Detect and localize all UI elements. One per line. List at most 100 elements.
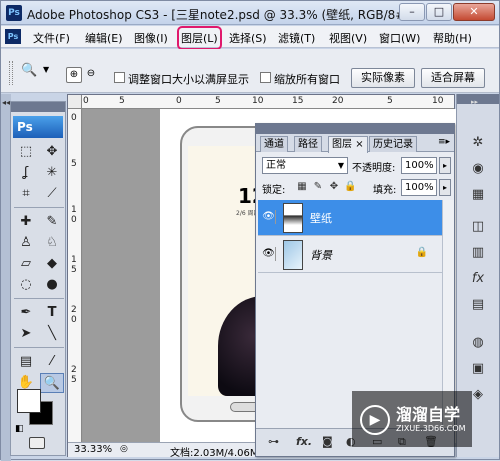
histogram-icon[interactable]: ▥ xyxy=(467,242,489,264)
vertical-ruler[interactable]: 0 5 1 0 1 5 2 0 2 5 xyxy=(68,109,82,443)
blur-tool-icon[interactable]: ◌ xyxy=(14,275,38,295)
layer-row-wallpaper[interactable]: 👁 壁纸 xyxy=(258,200,442,236)
tab-history[interactable]: 历史记录 xyxy=(369,136,417,152)
eye-icon[interactable]: 👁 xyxy=(262,247,276,261)
ruler-origin[interactable] xyxy=(68,95,82,109)
swatches-icon[interactable]: ▦ xyxy=(467,184,489,206)
line-tool-icon[interactable]: ╲ xyxy=(40,324,64,344)
navigator-icon[interactable]: ✲ xyxy=(467,132,489,154)
paint-bucket-tool-icon[interactable]: ◆ xyxy=(40,254,64,274)
lasso-tool-icon[interactable]: ʆ xyxy=(14,163,38,183)
dock-header[interactable]: ▸▸ xyxy=(457,94,499,106)
default-colors-icon[interactable]: ◧ xyxy=(15,424,24,434)
chevron-down-icon: ▼ xyxy=(337,161,344,170)
watermark: ▶ 溜溜自学 ZIXUE.3D66.COM xyxy=(352,391,472,447)
maximize-button[interactable]: □ xyxy=(426,3,452,21)
eyedropper-tool-icon[interactable]: ⁄ xyxy=(40,352,64,372)
tools-panel-header[interactable] xyxy=(11,102,65,112)
blend-mode-select[interactable]: 正常 ▼ xyxy=(262,157,348,174)
color-panel-icon[interactable]: ◉ xyxy=(467,158,489,180)
quick-mask-icon[interactable] xyxy=(29,437,45,449)
opacity-slider-arrow[interactable]: ▸ xyxy=(439,157,451,174)
status-icon[interactable]: ◎ xyxy=(120,444,128,454)
type-tool-icon[interactable]: T xyxy=(40,303,64,323)
menu-filter[interactable]: 滤镜(T) xyxy=(278,30,315,46)
eraser-tool-icon[interactable]: ▱ xyxy=(14,254,38,274)
horizontal-ruler[interactable]: 0 5 0 5 10 15 20 5 10 xyxy=(82,95,454,109)
layer-thumbnail xyxy=(283,203,303,233)
fill-input[interactable]: 100% xyxy=(401,179,437,196)
panel-tabs: 通道 路径 图层 × 历史记录 xyxy=(256,134,454,153)
healing-brush-tool-icon[interactable]: ✚ xyxy=(14,212,38,232)
brush-tool-icon[interactable]: ✎ xyxy=(40,212,64,232)
tab-paths[interactable]: 路径 xyxy=(294,136,322,152)
lock-all-icon[interactable]: 🔒 xyxy=(344,181,356,193)
pasteboard xyxy=(83,109,160,443)
path-selection-tool-icon[interactable]: ➤ xyxy=(14,324,38,344)
resize-windows-checkbox[interactable] xyxy=(114,72,125,83)
opacity-input[interactable]: 100% xyxy=(401,157,437,174)
menu-help[interactable]: 帮助(H) xyxy=(433,30,472,46)
menu-view[interactable]: 视图(V) xyxy=(329,30,367,46)
crop-tool-icon[interactable]: ⌗ xyxy=(14,184,38,204)
lock-pixels-icon[interactable]: ✎ xyxy=(312,181,324,193)
tab-layers[interactable]: 图层 × xyxy=(328,136,368,153)
app-icon: Ps xyxy=(6,5,22,21)
tab-close-icon[interactable]: × xyxy=(355,139,363,150)
zoom-level[interactable]: 33.33% xyxy=(74,444,112,455)
link-layers-icon[interactable]: ⊶ xyxy=(268,435,279,448)
actual-pixels-button[interactable]: 实际像素 xyxy=(351,68,415,88)
lock-position-icon[interactable]: ✥ xyxy=(328,181,340,193)
zoom-icon[interactable]: 🔍 xyxy=(21,63,37,78)
menu-file[interactable]: 文件(F) xyxy=(33,30,70,46)
window-controls: – □ ✕ xyxy=(399,3,495,21)
move-tool-icon[interactable]: ✥ xyxy=(40,142,64,162)
zoom-all-checkbox[interactable] xyxy=(260,72,271,83)
actions-icon[interactable]: ▤ xyxy=(467,294,489,316)
menu-window[interactable]: 窗口(W) xyxy=(379,30,420,46)
slice-tool-icon[interactable]: ⟋ xyxy=(40,184,64,204)
menu-layer[interactable]: 图层(L) xyxy=(177,26,222,50)
close-button[interactable]: ✕ xyxy=(453,3,495,21)
eye-icon[interactable]: 👁 xyxy=(262,210,276,224)
fill-slider-arrow[interactable]: ▸ xyxy=(439,179,451,196)
tools-grid: ⬚ ✥ ʆ ✳ ⌗ ⟋ ✚ ✎ ♙ ♘ ▱ ◆ ◌ ● ✒ T ➤ ╲ ▤ ⁄ … xyxy=(11,140,65,395)
panel-menu-icon[interactable]: ≡▸ xyxy=(438,137,450,147)
info-panel-icon[interactable]: ◍ xyxy=(467,332,489,354)
notes-tool-icon[interactable]: ▤ xyxy=(14,352,38,372)
resize-windows-label: 调整窗口大小以满屏显示 xyxy=(128,73,249,86)
minimize-button[interactable]: – xyxy=(399,3,425,21)
history-brush-tool-icon[interactable]: ♘ xyxy=(40,233,64,253)
clone-stamp-tool-icon[interactable]: ♙ xyxy=(14,233,38,253)
document-size: 文档:2.03M/4.06M xyxy=(170,448,259,459)
pen-tool-icon[interactable]: ✒ xyxy=(14,303,38,323)
zoom-in-icon[interactable]: ⊕ xyxy=(66,67,82,83)
menu-image[interactable]: 图像(I) xyxy=(134,30,168,46)
lock-icon: 🔒 xyxy=(415,247,428,258)
menu-select[interactable]: 选择(S) xyxy=(229,30,267,46)
magic-wand-tool-icon[interactable]: ✳ xyxy=(40,163,64,183)
opacity-label: 不透明度: xyxy=(352,163,396,174)
layer-row-background[interactable]: 👁 背景 🔒 xyxy=(258,237,442,273)
styles-icon[interactable]: ◫ xyxy=(467,216,489,238)
fx-panel-icon[interactable]: fx xyxy=(467,268,489,290)
layer-style-icon[interactable]: fx. xyxy=(296,435,312,448)
fit-screen-button[interactable]: 适合屏幕 xyxy=(421,68,485,88)
watermark-url: ZIXUE.3D66.COM xyxy=(396,424,466,433)
tool-preset-chevron-icon[interactable]: ▼ xyxy=(43,65,49,74)
menu-edit[interactable]: 编辑(E) xyxy=(85,30,123,46)
window-title: Adobe Photoshop CS3 - [三星note2.psd @ 33.… xyxy=(27,8,415,22)
zoom-out-icon[interactable]: ⊖ xyxy=(83,67,99,83)
marquee-tool-icon[interactable]: ⬚ xyxy=(14,142,38,162)
tab-channels[interactable]: 通道 xyxy=(260,136,288,152)
options-grip[interactable] xyxy=(9,61,13,85)
foreground-color-swatch[interactable] xyxy=(17,389,41,413)
photoshop-window: Ps Adobe Photoshop CS3 - [三星note2.psd @ … xyxy=(0,0,500,461)
brushes-panel-icon[interactable]: ▣ xyxy=(467,358,489,380)
layers-panel-header[interactable] xyxy=(256,124,454,134)
dodge-tool-icon[interactable]: ● xyxy=(40,275,64,295)
fill-label: 填充: xyxy=(373,185,397,196)
menu-app-icon: Ps xyxy=(5,29,21,44)
layer-mask-icon[interactable]: ◙ xyxy=(322,435,333,448)
lock-transparency-icon[interactable]: ▦ xyxy=(296,181,308,193)
